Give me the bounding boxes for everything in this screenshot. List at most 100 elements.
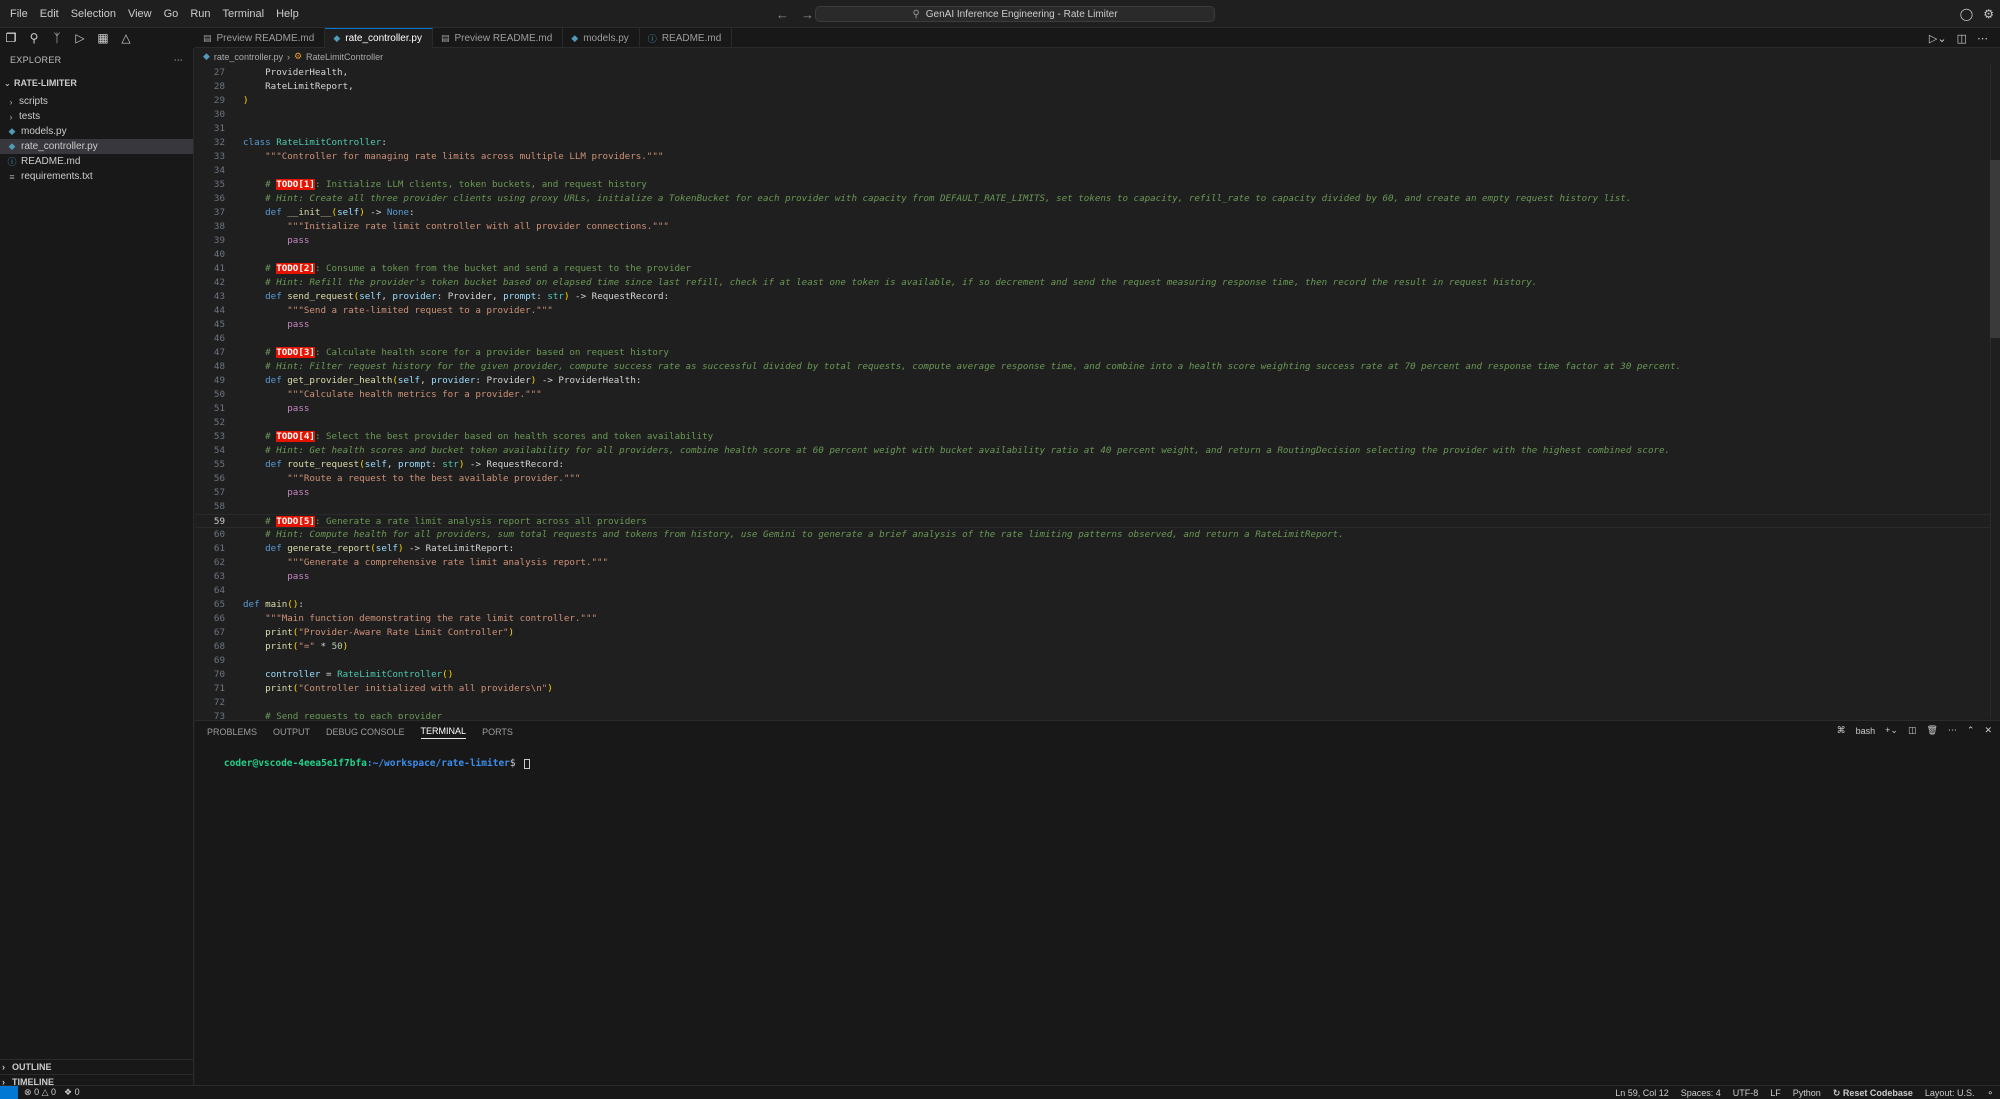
- code-line[interactable]: 68 print("=" * 50): [195, 640, 1990, 654]
- tab-problems[interactable]: PROBLEMS: [207, 727, 257, 737]
- outline-section[interactable]: › OUTLINE: [0, 1059, 194, 1074]
- tab-terminal[interactable]: TERMINAL: [420, 726, 467, 739]
- line-endings[interactable]: LF: [1770, 1088, 1781, 1098]
- code-line[interactable]: 37 def __init__(self) -> None:: [195, 206, 1990, 220]
- code-line[interactable]: 27 ProviderHealth,: [195, 66, 1990, 80]
- terminal-shell-label[interactable]: bash: [1856, 726, 1876, 736]
- code-line[interactable]: 54 # Hint: Get health scores and bucket …: [195, 444, 1990, 458]
- notifications-bell-icon[interactable]: ⚬: [1986, 1088, 1994, 1099]
- editor-scrollbar[interactable]: [1990, 160, 2000, 338]
- code-line[interactable]: 48 # Hint: Filter request history for th…: [195, 360, 1990, 374]
- code-line[interactable]: 51 pass: [195, 402, 1990, 416]
- maximize-panel-icon[interactable]: ⌃: [1967, 725, 1975, 736]
- code-line[interactable]: 61 def generate_report(self) -> RateLimi…: [195, 542, 1990, 556]
- run-debug-icon[interactable]: ▷: [73, 31, 87, 45]
- code-line[interactable]: 30: [195, 108, 1990, 122]
- code-line[interactable]: 58: [195, 500, 1990, 514]
- code-line[interactable]: 70 controller = RateLimitController(): [195, 668, 1990, 682]
- menu-edit[interactable]: Edit: [34, 0, 65, 28]
- menu-go[interactable]: Go: [158, 0, 185, 28]
- menu-terminal[interactable]: Terminal: [217, 0, 271, 28]
- code-line[interactable]: 65 def main():: [195, 598, 1990, 612]
- cursor-position[interactable]: Ln 59, Col 12: [1615, 1088, 1669, 1098]
- menu-run[interactable]: Run: [184, 0, 216, 28]
- code-line[interactable]: 53 # TODO[4]: Select the best provider b…: [195, 430, 1990, 444]
- forward-arrow-icon[interactable]: →: [801, 7, 814, 22]
- workspace-root[interactable]: ⌄ RATE-LIMITER: [0, 72, 193, 94]
- tab-rate-controller[interactable]: ◆ rate_controller.py: [325, 28, 433, 48]
- encoding[interactable]: UTF-8: [1733, 1088, 1759, 1098]
- folder-scripts[interactable]: › scripts: [0, 94, 193, 109]
- code-line[interactable]: 50 """Calculate health metrics for a pro…: [195, 388, 1990, 402]
- more-actions-icon[interactable]: ⋯: [174, 55, 183, 66]
- code-line[interactable]: 64: [195, 584, 1990, 598]
- account-icon[interactable]: ◯: [1960, 7, 1973, 21]
- code-line[interactable]: 56 """Route a request to the best availa…: [195, 472, 1990, 486]
- split-terminal-icon[interactable]: ◫: [1908, 725, 1917, 736]
- tab-debug-console[interactable]: DEBUG CONSOLE: [326, 727, 405, 737]
- problems-indicator[interactable]: ⊗ 0 △ 0: [24, 1087, 56, 1098]
- code-line[interactable]: 71 print("Controller initialized with al…: [195, 682, 1990, 696]
- menu-view[interactable]: View: [122, 0, 158, 28]
- code-line[interactable]: 66 """Main function demonstrating the ra…: [195, 612, 1990, 626]
- code-line[interactable]: 46: [195, 332, 1990, 346]
- code-line[interactable]: 57 pass: [195, 486, 1990, 500]
- folder-tests[interactable]: › tests: [0, 109, 193, 124]
- code-line[interactable]: 33 """Controller for managing rate limit…: [195, 150, 1990, 164]
- code-line[interactable]: 63 pass: [195, 570, 1990, 584]
- code-line[interactable]: 62 """Generate a comprehensive rate limi…: [195, 556, 1990, 570]
- split-editor-icon[interactable]: ◫: [1957, 32, 1967, 45]
- code-line[interactable]: 45 pass: [195, 318, 1990, 332]
- menu-selection[interactable]: Selection: [65, 0, 122, 28]
- code-line[interactable]: 35 # TODO[1]: Initialize LLM clients, to…: [195, 178, 1990, 192]
- tab-preview-readme[interactable]: ▤ Preview README.md: [195, 28, 326, 48]
- code-line[interactable]: 67 print("Provider-Aware Rate Limit Cont…: [195, 626, 1990, 640]
- explorer-files-icon[interactable]: ❐: [4, 31, 18, 45]
- close-icon[interactable]: ✕: [1984, 725, 1992, 736]
- code-line[interactable]: 42 # Hint: Refill the provider's token b…: [195, 276, 1990, 290]
- code-line[interactable]: 36 # Hint: Create all three provider cli…: [195, 192, 1990, 206]
- file-models-py[interactable]: ◆ models.py: [0, 124, 193, 139]
- code-line[interactable]: 69: [195, 654, 1990, 668]
- source-control-icon[interactable]: ᛉ: [50, 31, 64, 45]
- code-line[interactable]: 41 # TODO[2]: Consume a token from the b…: [195, 262, 1990, 276]
- reset-codebase-button[interactable]: ↻ Reset Codebase: [1833, 1088, 1913, 1099]
- breadcrumb-file[interactable]: rate_controller.py: [214, 52, 283, 62]
- code-line[interactable]: 40: [195, 248, 1990, 262]
- file-requirements-txt[interactable]: ≡ requirements.txt: [0, 169, 193, 184]
- tab-models[interactable]: ◆ models.py: [563, 28, 640, 48]
- remote-indicator[interactable]: [0, 1085, 18, 1099]
- code-line[interactable]: 34: [195, 164, 1990, 178]
- breadcrumb-symbol[interactable]: RateLimitController: [306, 52, 383, 62]
- terminal-prompt[interactable]: coder@vscode-4eea5e1f7bfa:~/workspace/ra…: [201, 747, 531, 780]
- tab-output[interactable]: OUTPUT: [273, 727, 310, 737]
- code-line[interactable]: 39 pass: [195, 234, 1990, 248]
- more-actions-icon[interactable]: ⋯: [1977, 32, 1988, 45]
- code-line[interactable]: 31: [195, 122, 1990, 136]
- code-line[interactable]: 29): [195, 94, 1990, 108]
- file-readme-md[interactable]: ⓘ README.md: [0, 154, 193, 169]
- code-line[interactable]: 72: [195, 696, 1990, 710]
- code-line[interactable]: 73 # Send requests to each provider: [195, 710, 1990, 719]
- extensions-icon[interactable]: ▦: [96, 31, 110, 45]
- code-line[interactable]: 32 class RateLimitController:: [195, 136, 1990, 150]
- search-view-icon[interactable]: ⚲: [27, 31, 41, 45]
- code-line[interactable]: 44 """Send a rate-limited request to a p…: [195, 304, 1990, 318]
- indentation[interactable]: Spaces: 4: [1681, 1088, 1721, 1098]
- gear-icon[interactable]: ⚙: [1983, 7, 1994, 21]
- new-terminal-icon[interactable]: +⌄: [1885, 725, 1898, 736]
- code-line[interactable]: 60 # Hint: Compute health for all provid…: [195, 528, 1990, 542]
- code-editor[interactable]: 27 ProviderHealth, 28 RateLimitReport, 29)…: [195, 65, 2000, 719]
- run-icon[interactable]: ▷⌄: [1929, 32, 1947, 45]
- tab-readme[interactable]: ⓘ README.md: [640, 28, 733, 48]
- tab-ports[interactable]: PORTS: [482, 727, 513, 737]
- code-line[interactable]: 55 def route_request(self, prompt: str) …: [195, 458, 1990, 472]
- code-line[interactable]: 38 """Initialize rate limit controller w…: [195, 220, 1990, 234]
- more-actions-icon[interactable]: ⋯: [1948, 725, 1957, 736]
- code-line[interactable]: 43 def send_request(self, provider: Prov…: [195, 290, 1990, 304]
- code-line[interactable]: 28 RateLimitReport,: [195, 80, 1990, 94]
- trash-icon[interactable]: 🗑: [1926, 725, 1937, 736]
- menu-help[interactable]: Help: [270, 0, 305, 28]
- tab-preview-readme-2[interactable]: ▤ Preview README.md: [433, 28, 564, 48]
- command-center[interactable]: ⚲ GenAI Inference Engineering - Rate Lim…: [815, 6, 1215, 22]
